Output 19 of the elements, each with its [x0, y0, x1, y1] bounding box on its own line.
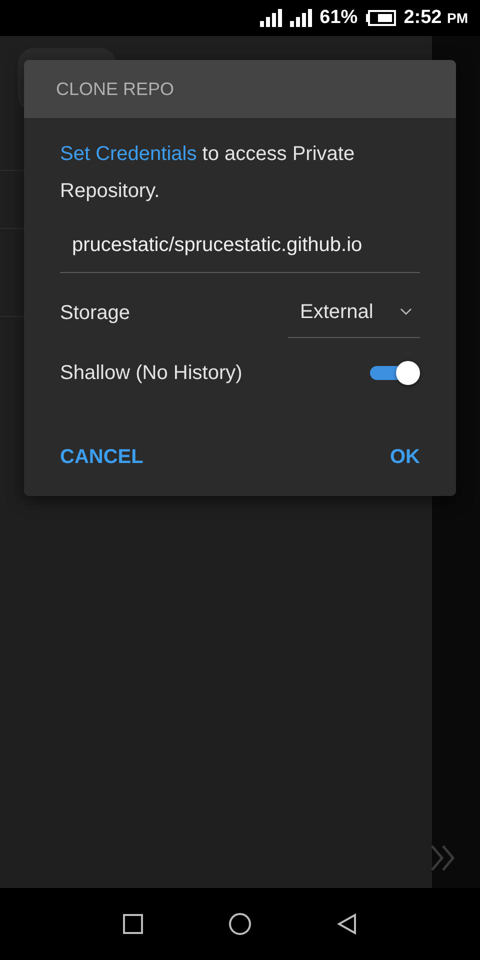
message-text: Set Credentials to access Private Repository. [60, 142, 356, 204]
battery-icon [366, 10, 396, 26]
back-icon[interactable] [337, 913, 358, 935]
recent-apps-icon[interactable] [122, 914, 143, 934]
signal-icon [260, 9, 282, 27]
storage-dropdown[interactable]: External [288, 287, 420, 338]
clock: 2:52 PM [404, 6, 468, 30]
home-icon[interactable] [228, 912, 252, 936]
repo-url-field[interactable]: prucestatic/sprucestatic.github.io [60, 220, 420, 273]
ok-button[interactable]: OK [390, 438, 420, 476]
battery-percent: 61% [320, 6, 358, 30]
shallow-toggle[interactable] [370, 361, 420, 385]
credentials-link[interactable]: Set Credentials [60, 143, 197, 165]
storage-label: Storage [60, 300, 130, 326]
cancel-button[interactable]: CANCEL [60, 438, 144, 476]
shallow-label: Shallow (No History) [60, 361, 242, 386]
signal-icon [290, 9, 312, 27]
dialog-title: CLONE REPO [56, 78, 174, 100]
caret-icon [400, 308, 412, 316]
